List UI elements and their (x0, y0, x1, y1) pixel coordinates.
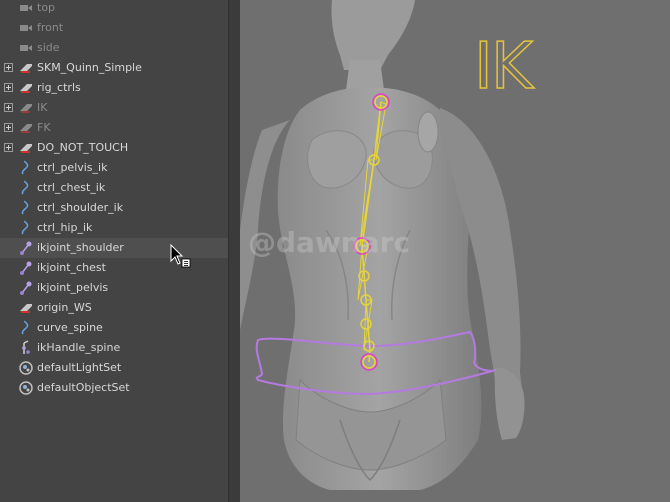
outliner-item-label: FK (37, 121, 51, 134)
outliner-item-label: curve_spine (37, 321, 103, 334)
set-icon (19, 361, 33, 375)
outliner-item-ctrl-hip-ik[interactable]: ctrl_hip_ik (0, 218, 228, 238)
joint-icon (20, 241, 32, 255)
camera-icon (20, 25, 32, 31)
outliner-item-curve-spine[interactable]: curve_spine (0, 318, 228, 338)
outliner-item-default-object-set[interactable]: defaultObjectSet (0, 378, 228, 398)
joint-icon (20, 261, 32, 275)
outliner-item-top[interactable]: top (0, 0, 228, 18)
expand-icon[interactable] (4, 83, 13, 92)
outliner-item-label: ctrl_chest_ik (37, 181, 106, 194)
outliner-panel: top front side SKM_Quinn_Simple rig_ctrl… (0, 0, 228, 502)
expand-icon[interactable] (4, 63, 13, 72)
expand-icon[interactable] (4, 123, 13, 132)
joint-waist (360, 318, 372, 330)
mouse-cursor-icon (170, 244, 191, 268)
curve-icon (21, 220, 29, 235)
joint-icon (20, 281, 32, 295)
outliner-item-ctrl-chest-ik[interactable]: ctrl_chest_ik (0, 178, 228, 198)
camera-icon (20, 5, 32, 11)
group-icon (20, 124, 32, 133)
outliner-item-label: side (37, 41, 60, 54)
outliner-item-rig-ctrls[interactable]: rig_ctrls (0, 78, 228, 98)
outliner-item-ik[interactable]: IK (0, 98, 228, 118)
outliner-item-label: ikjoint_chest (37, 261, 106, 274)
outliner-item-do-not-touch[interactable]: DO_NOT_TOUCH (0, 138, 228, 158)
outliner-item-origin-ws[interactable]: origin_WS (0, 298, 228, 318)
group-icon (20, 104, 32, 113)
ik-handle-icon (22, 340, 30, 354)
outliner-item-label: DO_NOT_TOUCH (37, 141, 129, 154)
outliner-item-label: defaultLightSet (37, 361, 122, 374)
outliner-item-label: ctrl_hip_ik (37, 221, 93, 234)
outliner-item-side[interactable]: side (0, 38, 228, 58)
curve-icon (21, 200, 29, 215)
outliner-item-label: SKM_Quinn_Simple (37, 61, 142, 74)
outliner-item-label: rig_ctrls (37, 81, 81, 94)
viewport-3d[interactable]: IK @dawnarc (240, 0, 670, 502)
outliner-item-label: front (37, 21, 64, 34)
set-icon (19, 381, 33, 395)
group-icon (20, 304, 32, 313)
outliner-item-label: ctrl_pelvis_ik (37, 161, 108, 174)
outliner-item-default-light-set[interactable]: defaultLightSet (0, 358, 228, 378)
curve-icon (21, 320, 29, 335)
outliner-item-label: defaultObjectSet (37, 381, 130, 394)
outliner-item-ikjoint-chest[interactable]: ikjoint_chest (0, 258, 228, 278)
group-icon (20, 144, 32, 153)
outliner-item-label: ikHandle_spine (37, 341, 121, 354)
outliner-item-label: origin_WS (37, 301, 92, 314)
outliner-item-label: IK (37, 101, 48, 114)
outliner-item-ikjoint-shoulder[interactable]: ikjoint_shoulder (0, 238, 228, 258)
ik-overlay-label: IK (473, 29, 533, 105)
watermark: @dawnarc (248, 226, 411, 259)
outliner-item-label: ctrl_shoulder_ik (37, 201, 124, 214)
outliner-item-skm-quinn-simple[interactable]: SKM_Quinn_Simple (0, 58, 228, 78)
outliner-item-label: ikjoint_shoulder (37, 241, 124, 254)
group-icon (20, 84, 32, 93)
outliner-item-label: top (37, 1, 56, 14)
outliner-item-ikhandle-spine[interactable]: ikHandle_spine (0, 338, 228, 358)
curve-icon (21, 160, 29, 175)
outliner-item-ctrl-shoulder-ik[interactable]: ctrl_shoulder_ik (0, 198, 228, 218)
expand-icon[interactable] (4, 103, 13, 112)
outliner-item-fk[interactable]: FK (0, 118, 228, 138)
outliner-item-label: ikjoint_pelvis (37, 281, 109, 294)
outliner-item-ctrl-pelvis-ik[interactable]: ctrl_pelvis_ik (0, 158, 228, 178)
camera-icon (20, 45, 32, 51)
outliner-item-ikjoint-pelvis[interactable]: ikjoint_pelvis (0, 278, 228, 298)
panel-splitter[interactable] (228, 0, 240, 502)
group-icon (20, 64, 32, 73)
curve-icon (21, 180, 29, 195)
outliner-item-front[interactable]: front (0, 18, 228, 38)
expand-icon[interactable] (4, 143, 13, 152)
